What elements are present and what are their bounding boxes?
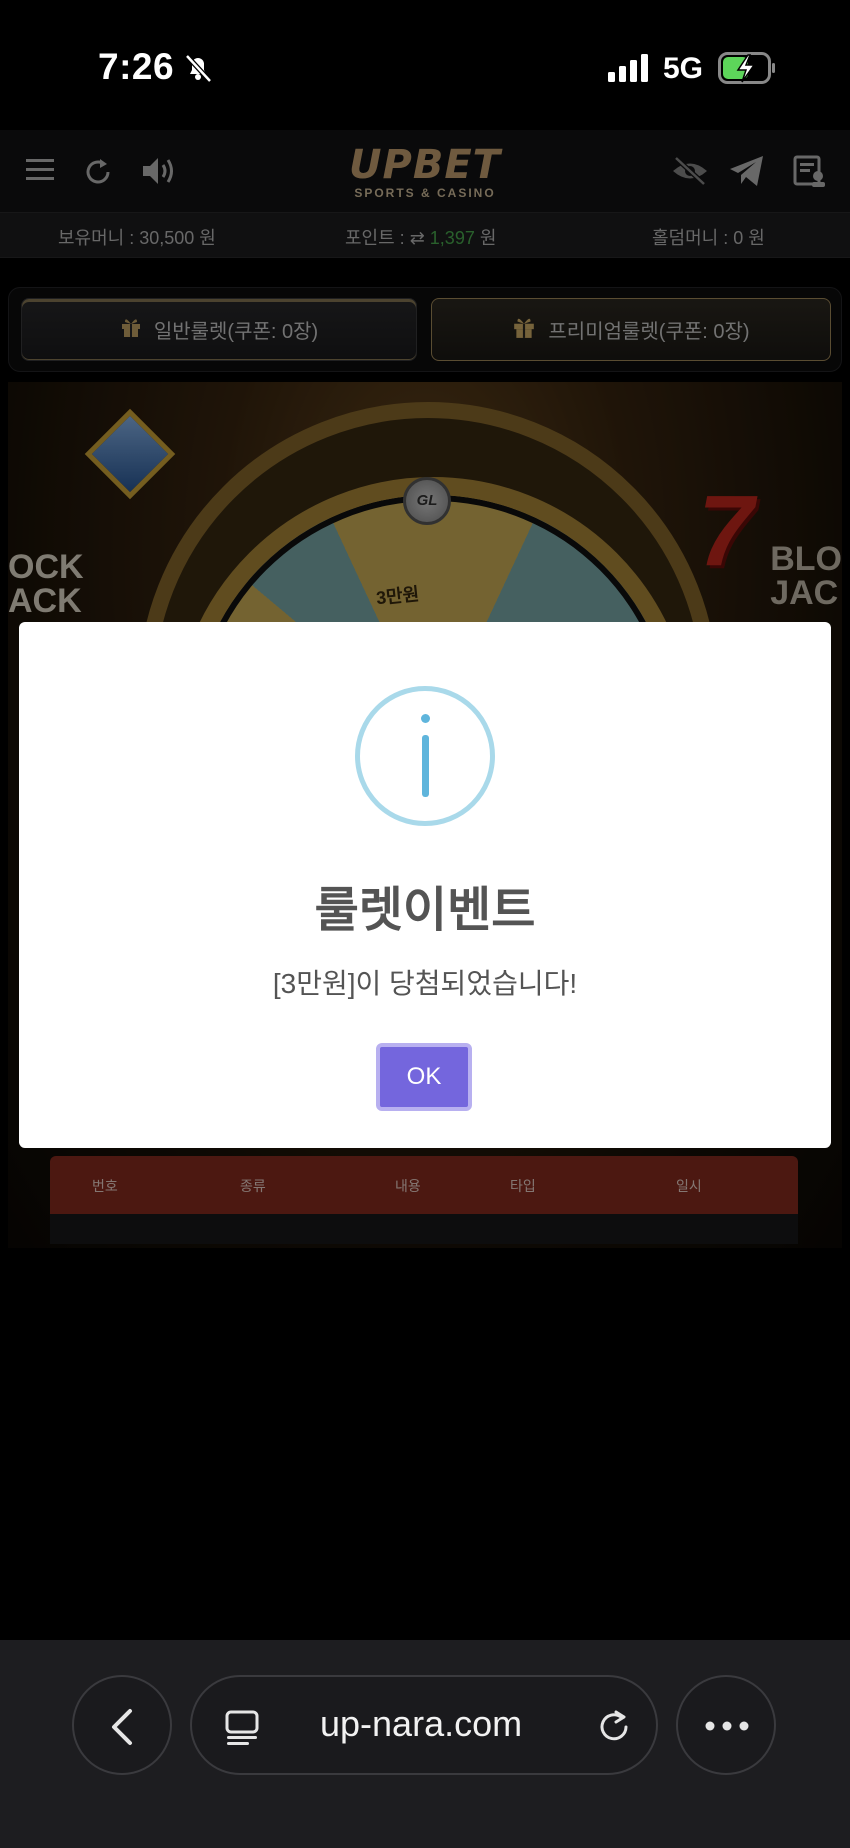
ok-button[interactable]: OK xyxy=(376,1043,472,1111)
address-bar[interactable]: up-nara.com xyxy=(190,1675,658,1775)
dialog-title: 룰렛이벤트 xyxy=(314,884,536,937)
tabs-overview-icon[interactable] xyxy=(224,1709,260,1752)
status-time: 7:26 xyxy=(98,46,175,87)
reload-icon[interactable] xyxy=(596,1709,632,1750)
status-bar: 7:26 5G xyxy=(0,0,850,130)
network-type: 5G xyxy=(663,52,704,85)
dialog-message: [3만원]이 당첨되었습니다! xyxy=(272,968,578,999)
chevron-left-icon xyxy=(112,1709,132,1745)
url-text: up-nara.com xyxy=(320,1703,523,1744)
info-icon xyxy=(355,686,495,826)
battery-charging-icon xyxy=(718,52,776,89)
ellipsis-icon xyxy=(705,1721,749,1731)
cellular-signal-icon xyxy=(608,54,652,87)
browser-toolbar: up-nara.com xyxy=(0,1640,850,1848)
bell-muted-icon xyxy=(182,52,214,89)
more-options-button[interactable] xyxy=(676,1675,776,1775)
result-dialog: 룰렛이벤트 [3만원]이 당첨되었습니다! OK xyxy=(19,622,831,1148)
back-button[interactable] xyxy=(72,1675,172,1775)
